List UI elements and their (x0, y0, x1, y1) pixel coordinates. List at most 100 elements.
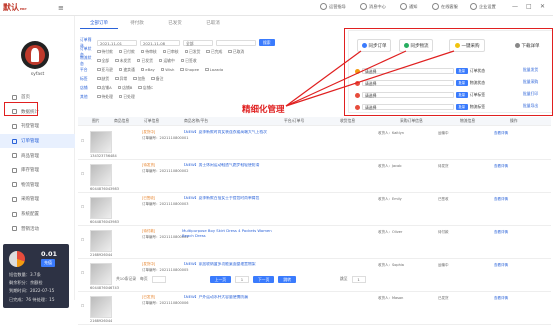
current-page[interactable]: 1 (235, 275, 250, 283)
topnav-guide[interactable]: 运营指导 (320, 3, 346, 10)
sidebar-item-purchase[interactable]: 采购管理 (0, 192, 75, 207)
product-image (90, 164, 112, 186)
arrow-line (285, 50, 362, 107)
view-detail-link[interactable]: 查看详情 (494, 197, 508, 202)
sidebar-item-listing[interactable]: 刊登管理 (0, 119, 75, 134)
view-detail-link[interactable]: 查看详情 (494, 296, 508, 301)
charge-button[interactable]: 充值 (41, 259, 55, 267)
order-tag: [已发货] (142, 295, 156, 299)
maximize-icon[interactable]: □ (526, 3, 532, 10)
avatar[interactable] (21, 41, 49, 69)
settings-icon (12, 211, 17, 217)
inventory-icon (12, 167, 17, 173)
view-detail-link[interactable]: 查看详情 (494, 131, 508, 136)
table-row[interactable]: ☐ 6044876043983 [待发货] 订单编号：2021110800002 【NE… (78, 160, 551, 193)
listing-icon (12, 123, 17, 129)
gear-icon (470, 3, 477, 10)
buyer: 收货人：Mason (378, 296, 404, 300)
product-image (90, 230, 112, 252)
table-row[interactable]: ☐ 2168926044 [已发货] 订单编号：2021110800006 【NEW】户… (78, 292, 551, 325)
cart-icon (12, 196, 17, 202)
sku: 6044876043983 (90, 187, 119, 191)
sidebar: syfast 首页 数据统计 刊登管理 订单管理 商品管理 库存管理 物流管理 … (0, 16, 75, 308)
order-icon (12, 138, 17, 144)
row-checkbox[interactable]: ☐ (81, 304, 84, 308)
order-tag: [已签收] (142, 196, 156, 200)
arrow-line (285, 50, 407, 107)
view-detail-link[interactable]: 查看详情 (494, 164, 508, 169)
buyer: 收货人：Kaitlyn (378, 131, 404, 135)
stat-line: 剩余积分：余额检 (9, 280, 43, 285)
per-page-label: 每页 (140, 276, 148, 281)
ship-status: 已签收 (438, 197, 449, 201)
order-tag: [发货中] (142, 262, 156, 266)
buyer: 收货人：Jacob (378, 164, 402, 168)
stat-line: 短信数量：3.7条 (9, 272, 41, 277)
highlight-orders (4, 102, 38, 116)
ship-status: 运输中 (438, 131, 449, 135)
account-stats: 0.01 充值 短信数量：3.7条 剩余积分：余额检 到期时间：2022-07-… (3, 244, 69, 308)
order-table: ☐ 134323756484 [发货中] 订单编号：2021110800001 【NEW… (78, 127, 551, 325)
gift-icon (12, 226, 17, 232)
buyer: 收货人：Oliver (378, 230, 403, 234)
table-row[interactable]: ☐ 2168926044 [待付款] 订单编号：2021110800004 Multip… (78, 226, 551, 259)
topnav-service[interactable]: 在线客服 (432, 3, 458, 10)
buyer: 收货人：Sophia (378, 263, 404, 267)
sidebar-item-marketing[interactable]: 营销活动 (0, 221, 75, 236)
topnav-notify[interactable]: 通知 (400, 3, 417, 10)
row-checkbox[interactable]: ☐ (81, 238, 84, 242)
sidebar-item-logistics[interactable]: 物流管理 (0, 178, 75, 193)
headset-icon (432, 3, 439, 10)
topnav-messages[interactable]: 消息中心 (360, 3, 386, 10)
prev-page-button[interactable]: 上一页 (209, 275, 232, 283)
bell-icon (400, 3, 407, 10)
total-count: 共10条记录 (116, 276, 137, 281)
sidebar-item-products[interactable]: 商品管理 (0, 148, 75, 163)
goto-input[interactable]: 1 (351, 275, 366, 283)
product-title[interactable]: 【NEW】户外运动水杯大容量便携防漏 (182, 295, 277, 309)
product-title[interactable]: 【NEW】男士休闲运动鞋透气跑步鞋轻便防滑 (182, 163, 277, 177)
product-image (90, 197, 112, 219)
sku: 134323756484 (90, 154, 117, 158)
product-image (90, 263, 112, 285)
topnav-settings[interactable]: 企业设置 (470, 3, 496, 10)
sku: 6044876046743 (90, 286, 119, 290)
table-row[interactable]: ☐ 134323756484 [发货中] 订单编号：2021110800001 【NEW… (78, 127, 551, 160)
ship-status: 待发货 (438, 164, 449, 168)
order-tag: [待发货] (142, 163, 156, 167)
minimize-icon[interactable]: — (512, 3, 518, 10)
order-tag: [发货中] (142, 130, 156, 134)
close-icon[interactable]: ✕ (540, 3, 545, 10)
next-page-button[interactable]: 下一页 (253, 275, 275, 283)
product-icon (12, 153, 17, 159)
sidebar-item-inventory[interactable]: 库存管理 (0, 163, 75, 178)
stat-line: 到期时间：2022-07-15 (9, 288, 55, 293)
per-page-select[interactable] (151, 275, 166, 283)
jump-button[interactable]: 跳转 (278, 275, 296, 283)
book-icon (320, 3, 327, 10)
truck-icon (12, 182, 17, 188)
row-checkbox[interactable]: ☐ (81, 139, 84, 143)
view-detail-link[interactable]: 查看详情 (494, 263, 508, 268)
row-checkbox[interactable]: ☐ (81, 172, 84, 176)
sku: 2168926044 (90, 319, 113, 323)
product-title[interactable]: Multipurpose Boy Skirt Dress 4 Pockets W… (182, 229, 277, 243)
sidebar-item-orders[interactable]: 订单管理 (0, 133, 75, 149)
app-logo[interactable]: 默认ERP (3, 2, 45, 14)
product-title[interactable]: 【NEW】夏季新款时尚女装连衣裙高端大气上档次 (182, 130, 277, 144)
product-title[interactable]: 【NEW】夏季新款百搭女士手提包时尚单肩包 (182, 196, 277, 210)
balance: 0.01 (41, 250, 58, 258)
menu-toggle-icon[interactable]: ≡ (58, 4, 64, 12)
user-name: syfast (30, 72, 45, 77)
sku: 2168926044 (90, 253, 113, 257)
goto-label: 跳至 (340, 276, 348, 281)
stat-line: 已完成：76 待处理：15 (9, 297, 55, 302)
table-header: 图片 商品信息 订单信息 商品名称/平台 平台/订单号 收货信息 采购订单信息 … (78, 117, 551, 126)
row-checkbox[interactable]: ☐ (81, 205, 84, 209)
top-bar: 默认ERP ≡ 运营指导 消息中心 通知 在线客服 企业设置 — □ ✕ (0, 0, 553, 16)
view-detail-link[interactable]: 查看详情 (494, 230, 508, 235)
message-icon (360, 3, 367, 10)
table-row[interactable]: ☐ 6044876043983 [已签收] 订单编号：2021110800003 【NE… (78, 193, 551, 226)
row-checkbox[interactable]: ☐ (81, 271, 84, 275)
sidebar-item-system[interactable]: 系统配置 (0, 207, 75, 222)
